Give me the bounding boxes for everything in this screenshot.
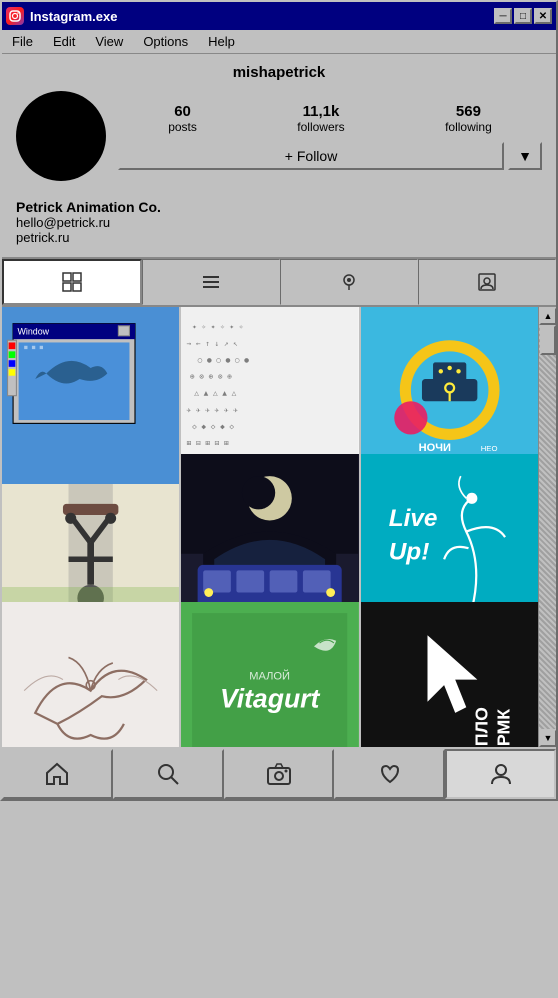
window-controls: ─ □ ✕ bbox=[494, 8, 552, 24]
profile-section: mishapetrick 60 posts 11,1k followers 56… bbox=[2, 54, 556, 191]
svg-text:ПЛО: ПЛО bbox=[471, 707, 491, 746]
scroll-down-button[interactable]: ▼ bbox=[539, 729, 556, 747]
profile-stats: 60 posts 11,1k followers 569 following +… bbox=[118, 103, 542, 170]
follow-row: + Follow ▼ bbox=[118, 142, 542, 170]
photo-grid-wrapper: Window bbox=[2, 307, 556, 747]
tab-location[interactable] bbox=[280, 259, 418, 305]
followers-count: 11,1k bbox=[297, 103, 344, 120]
scroll-up-button[interactable]: ▲ bbox=[539, 307, 556, 325]
posts-label: posts bbox=[168, 120, 197, 134]
scrollbar: ▲ ▼ bbox=[538, 307, 556, 747]
follow-dropdown[interactable]: ▼ bbox=[508, 142, 542, 170]
stats-row: 60 posts 11,1k followers 569 following bbox=[118, 103, 542, 134]
profile-info-row: 60 posts 11,1k followers 569 following +… bbox=[16, 91, 542, 181]
svg-text:○ ● ○ ● ○ ●: ○ ● ○ ● ○ ● bbox=[198, 355, 250, 364]
stat-followers: 11,1k followers bbox=[297, 103, 344, 134]
svg-text:НОЧИ: НОЧИ bbox=[418, 442, 450, 454]
followers-label: followers bbox=[297, 120, 344, 134]
title-left: Instagram.exe bbox=[6, 7, 117, 25]
svg-text:→ ← ↑ ↓ ↗ ↖: → ← ↑ ↓ ↗ ↖ bbox=[187, 339, 238, 348]
svg-text:Window: Window bbox=[18, 327, 50, 337]
svg-text:РМК: РМК bbox=[493, 708, 513, 745]
grid-cell-9[interactable]: ПЛО РМК bbox=[361, 602, 538, 747]
scroll-thumb[interactable] bbox=[540, 325, 556, 355]
svg-text:Vitagurt: Vitagurt bbox=[220, 683, 321, 713]
svg-text:✦ ✧ ✦ ✧ ✦ ✧: ✦ ✧ ✦ ✧ ✦ ✧ bbox=[192, 322, 244, 331]
close-button[interactable]: ✕ bbox=[534, 8, 552, 24]
bio-email[interactable]: hello@petrick.ru bbox=[16, 215, 542, 230]
avatar bbox=[16, 91, 106, 181]
window-title: Instagram.exe bbox=[30, 9, 117, 24]
svg-text:△ ▲ △ ▲ △: △ ▲ △ ▲ △ bbox=[195, 389, 237, 398]
following-label: following bbox=[445, 120, 492, 134]
menu-file[interactable]: File bbox=[8, 32, 37, 51]
following-count: 569 bbox=[445, 103, 492, 120]
grid-cell-7[interactable] bbox=[2, 602, 179, 747]
posts-count: 60 bbox=[168, 103, 197, 120]
bio-name: Petrick Animation Co. bbox=[16, 199, 542, 215]
app-icon bbox=[6, 7, 24, 25]
photo-grid: Window bbox=[2, 307, 538, 747]
menu-options[interactable]: Options bbox=[139, 32, 192, 51]
svg-text:⊕ ⊗ ⊕ ⊗ ⊕: ⊕ ⊗ ⊕ ⊗ ⊕ bbox=[190, 372, 232, 381]
svg-text:Live: Live bbox=[388, 505, 437, 532]
maximize-button[interactable]: □ bbox=[514, 8, 532, 24]
svg-text:◇ ◆ ◇ ◆ ◇: ◇ ◆ ◇ ◆ ◇ bbox=[192, 422, 234, 431]
menu-help[interactable]: Help bbox=[204, 32, 239, 51]
follow-button[interactable]: + Follow bbox=[118, 142, 504, 170]
svg-text:✈ ✈ ✈ ✈ ✈ ✈: ✈ ✈ ✈ ✈ ✈ ✈ bbox=[187, 405, 239, 414]
nav-search[interactable] bbox=[113, 749, 224, 799]
menu-edit[interactable]: Edit bbox=[49, 32, 79, 51]
menu-bar: File Edit View Options Help bbox=[2, 30, 556, 54]
title-bar: Instagram.exe ─ □ ✕ bbox=[2, 2, 556, 30]
svg-text:НЕО: НЕО bbox=[480, 444, 497, 453]
bio-section: Petrick Animation Co. hello@petrick.ru p… bbox=[2, 191, 556, 249]
tab-grid[interactable] bbox=[2, 259, 142, 305]
app-window: Instagram.exe ─ □ ✕ File Edit View Optio… bbox=[0, 0, 558, 801]
tabs-bar bbox=[2, 257, 556, 307]
tab-list[interactable] bbox=[142, 259, 280, 305]
grid-cell-8[interactable]: МАЛОЙ Vitagurt bbox=[181, 602, 358, 747]
grid-cell-1[interactable]: Window bbox=[2, 307, 179, 484]
bio-website[interactable]: petrick.ru bbox=[16, 230, 542, 245]
username: mishapetrick bbox=[16, 64, 542, 81]
tab-tagged[interactable] bbox=[418, 259, 556, 305]
stat-following: 569 following bbox=[445, 103, 492, 134]
scroll-track[interactable] bbox=[539, 325, 556, 729]
bottom-navbar bbox=[2, 747, 556, 799]
svg-text:⊞ ⊟ ⊞ ⊟ ⊞: ⊞ ⊟ ⊞ ⊟ ⊞ bbox=[187, 439, 229, 448]
nav-heart[interactable] bbox=[334, 749, 445, 799]
svg-text:МАЛОЙ: МАЛОЙ bbox=[250, 669, 291, 682]
nav-home[interactable] bbox=[2, 749, 113, 799]
nav-profile[interactable] bbox=[445, 749, 556, 799]
svg-text:Up!: Up! bbox=[388, 539, 429, 566]
stat-posts: 60 posts bbox=[168, 103, 197, 134]
menu-view[interactable]: View bbox=[91, 32, 127, 51]
minimize-button[interactable]: ─ bbox=[494, 8, 512, 24]
nav-camera[interactable] bbox=[224, 749, 335, 799]
